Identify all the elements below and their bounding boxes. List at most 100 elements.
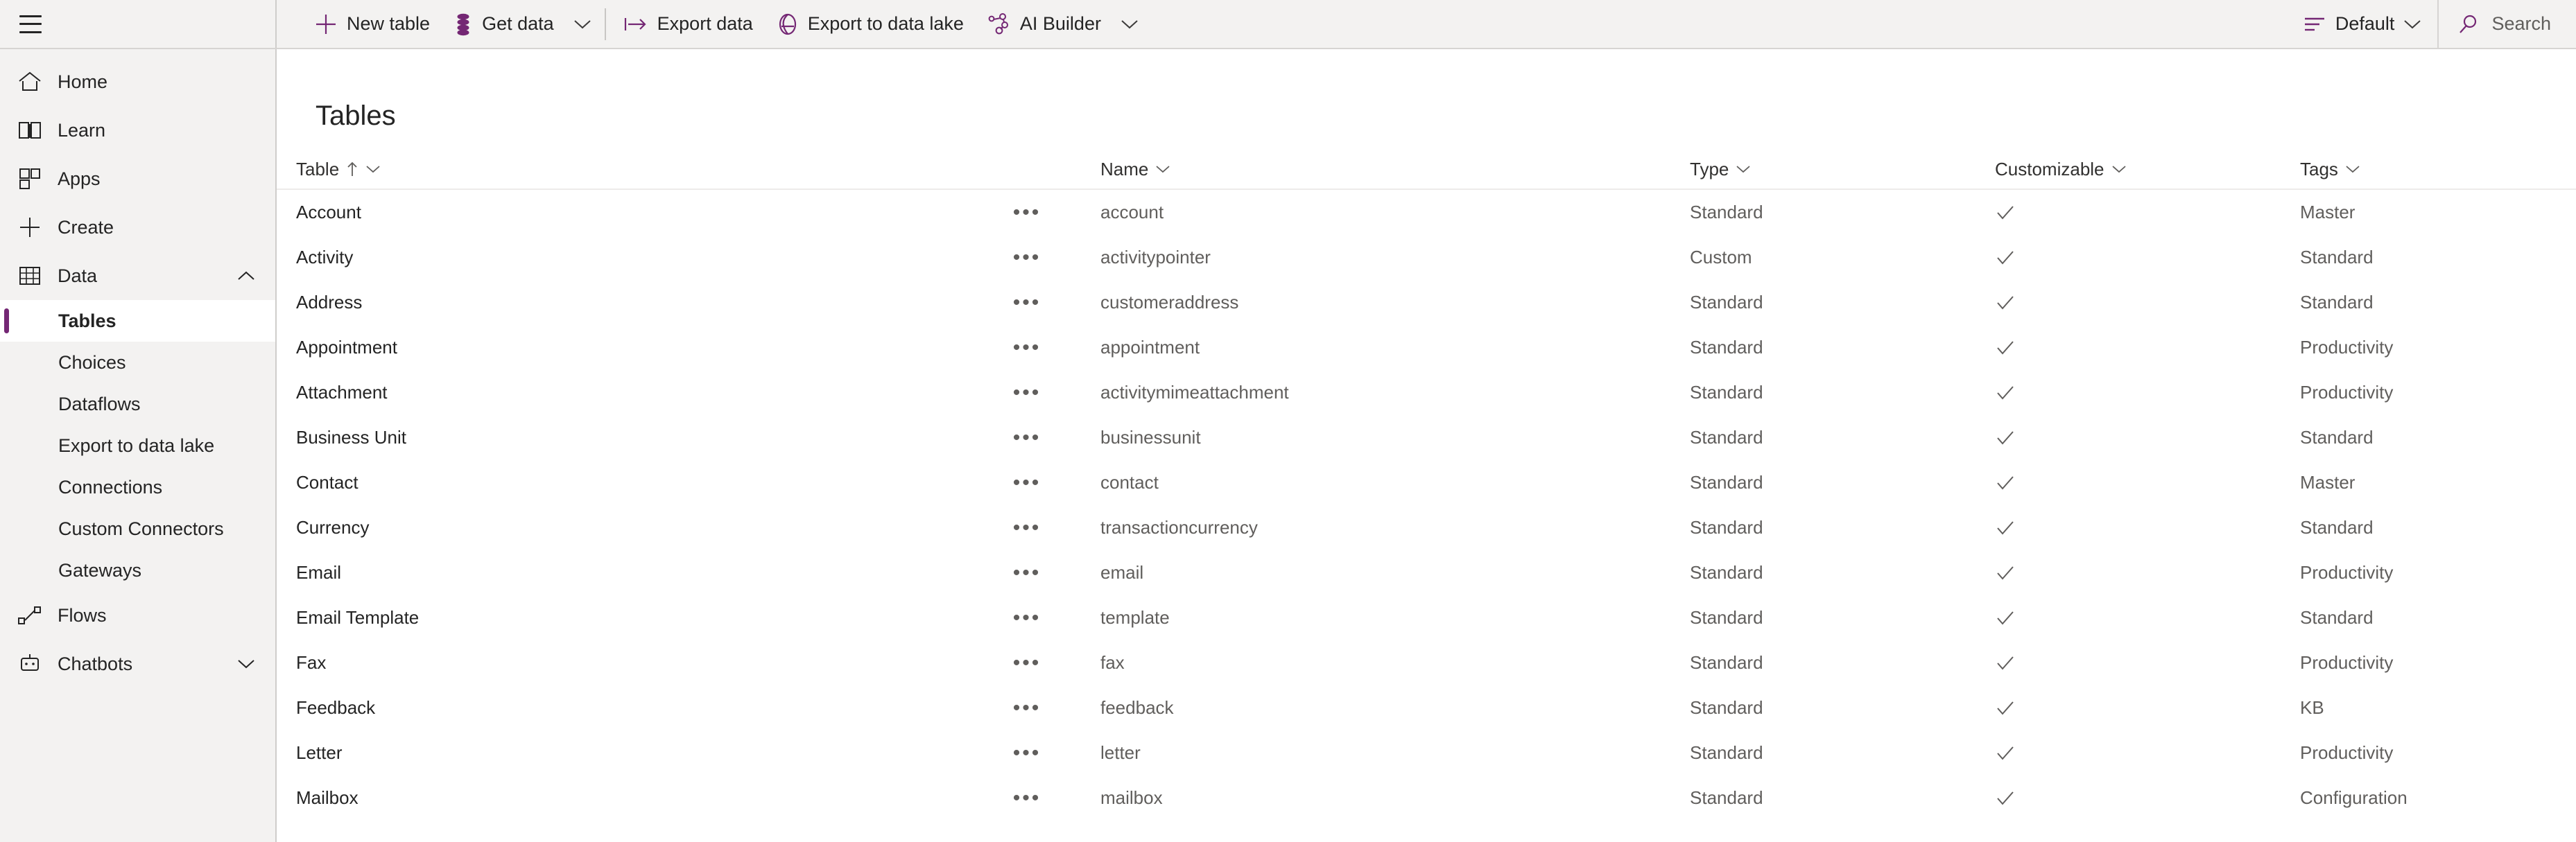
chevron-down-icon[interactable] <box>1155 164 1170 174</box>
chevron-down-icon[interactable] <box>230 658 263 670</box>
chevron-down-icon[interactable] <box>2345 164 2360 174</box>
table-display-name: Activity <box>296 247 354 267</box>
hamburger-menu-icon[interactable] <box>19 15 43 33</box>
column-header-tags[interactable]: Tags <box>2300 159 2576 180</box>
table-row[interactable]: Contact ••• contact Standard Master <box>277 460 2576 505</box>
row-overflow-menu-icon[interactable]: ••• <box>1006 742 1048 765</box>
cell-table-display-name[interactable]: Activity ••• <box>296 246 1100 270</box>
table-row[interactable]: Activity ••• activitypointer Custom Standard <box>277 235 2576 280</box>
new-table-button[interactable]: New table <box>302 0 442 49</box>
ai-builder-chevron-button[interactable] <box>1113 0 1146 49</box>
cell-tags: Master <box>2300 472 2355 493</box>
cell-logical-name: activitypointer <box>1100 247 1211 267</box>
sidebar-item-learn[interactable]: Learn <box>0 106 275 155</box>
cell-type: Custom <box>1690 247 1752 267</box>
row-overflow-menu-icon[interactable]: ••• <box>1006 651 1048 675</box>
sidebar-item-custom-connectors[interactable]: Custom Connectors <box>0 508 275 550</box>
chevron-down-icon[interactable] <box>365 164 381 174</box>
cell-table-display-name[interactable]: Email ••• <box>296 561 1100 585</box>
cell-type: Standard <box>1690 292 1763 313</box>
sidebar-subitem-label: Dataflows <box>58 393 141 414</box>
cell-customizable <box>1995 474 2300 492</box>
cell-table-display-name[interactable]: Currency ••• <box>296 516 1100 540</box>
row-overflow-menu-icon[interactable]: ••• <box>1006 381 1048 405</box>
cell-table-display-name[interactable]: Business Unit ••• <box>296 426 1100 450</box>
sidebar-item-flows[interactable]: Flows <box>0 591 275 640</box>
column-header-type[interactable]: Type <box>1690 159 1995 180</box>
row-overflow-menu-icon[interactable]: ••• <box>1006 246 1048 270</box>
sidebar-item-choices[interactable]: Choices <box>0 342 275 383</box>
sidebar-item-dataflows[interactable]: Dataflows <box>0 383 275 425</box>
table-row[interactable]: Mailbox ••• mailbox Standard Configuration <box>277 775 2576 821</box>
row-overflow-menu-icon[interactable]: ••• <box>1006 471 1048 495</box>
cell-table-display-name[interactable]: Letter ••• <box>296 742 1100 765</box>
cell-table-display-name[interactable]: Fax ••• <box>296 651 1100 675</box>
row-overflow-menu-icon[interactable]: ••• <box>1006 787 1048 810</box>
cell-table-display-name[interactable]: Mailbox ••• <box>296 787 1100 810</box>
sidebar-item-apps[interactable]: Apps <box>0 155 275 203</box>
chevron-down-icon[interactable] <box>2111 164 2127 174</box>
cell-type: Standard <box>1690 562 1763 583</box>
sidebar-item-label: Home <box>58 71 108 92</box>
cell-tags: Standard <box>2300 292 2374 313</box>
column-header-table[interactable]: Table <box>296 159 1100 180</box>
row-overflow-menu-icon[interactable]: ••• <box>1006 516 1048 540</box>
chevron-up-icon[interactable] <box>230 270 263 282</box>
sidebar-item-home[interactable]: Home <box>0 58 275 106</box>
cell-table-display-name[interactable]: Account ••• <box>296 201 1100 225</box>
table-row[interactable]: Appointment ••• appointment Standard Product… <box>277 325 2576 370</box>
view-selector-button[interactable]: Default <box>2291 0 2434 49</box>
chevron-down-icon[interactable] <box>1736 164 1751 174</box>
row-overflow-menu-icon[interactable]: ••• <box>1006 201 1048 225</box>
export-to-data-lake-button[interactable]: Export to data lake <box>765 0 976 49</box>
get-data-button[interactable]: Get data <box>442 0 566 49</box>
ai-builder-button[interactable]: AI Builder <box>976 0 1113 49</box>
sidebar-item-tables[interactable]: Tables <box>0 300 275 342</box>
cell-table-display-name[interactable]: Attachment ••• <box>296 381 1100 405</box>
sidebar-subitem-label: Choices <box>58 351 126 373</box>
table-row[interactable]: Email Template ••• template Standard Standar… <box>277 595 2576 640</box>
sidebar-item-data[interactable]: Data <box>0 252 275 300</box>
sidebar-item-export-to-data-lake[interactable]: Export to data lake <box>0 425 275 466</box>
column-header-name[interactable]: Name <box>1100 159 1690 180</box>
cell-type: Standard <box>1690 742 1763 763</box>
cell-type: Standard <box>1690 652 1763 673</box>
search-placeholder: Search <box>2491 13 2551 34</box>
table-row[interactable]: Attachment ••• activitymimeattachment Stand… <box>277 370 2576 415</box>
row-overflow-menu-icon[interactable]: ••• <box>1006 696 1048 720</box>
get-data-chevron-button[interactable] <box>566 0 599 49</box>
table-row[interactable]: Fax ••• fax Standard Productivity <box>277 640 2576 685</box>
export-data-button[interactable]: Export data <box>612 0 765 49</box>
table-row[interactable]: Address ••• customeraddress Standard Standar… <box>277 280 2576 325</box>
cell-table-display-name[interactable]: Address ••• <box>296 291 1100 315</box>
cell-table-display-name[interactable]: Email Template ••• <box>296 606 1100 630</box>
table-row[interactable]: Business Unit ••• businessunit Standard Stan… <box>277 415 2576 460</box>
table-row[interactable]: Letter ••• letter Standard Productivity <box>277 730 2576 775</box>
row-overflow-menu-icon[interactable]: ••• <box>1006 426 1048 450</box>
cell-table-display-name[interactable]: Feedback ••• <box>296 696 1100 720</box>
column-header-label: Table <box>296 158 340 179</box>
row-overflow-menu-icon[interactable]: ••• <box>1006 561 1048 585</box>
search-input[interactable]: Search <box>2443 0 2569 49</box>
checkmark-icon <box>1995 654 2016 672</box>
sidebar-item-gateways[interactable]: Gateways <box>0 550 275 591</box>
cell-type: Standard <box>1690 427 1763 448</box>
topbar-left-section <box>0 0 277 48</box>
table-row[interactable]: Currency ••• transactioncurrency Standard St… <box>277 505 2576 550</box>
row-overflow-menu-icon[interactable]: ••• <box>1006 336 1048 360</box>
cell-type: Standard <box>1690 787 1763 808</box>
sidebar-item-chatbots[interactable]: Chatbots <box>0 640 275 688</box>
column-header-customizable[interactable]: Customizable <box>1995 159 2300 180</box>
table-row[interactable]: Feedback ••• feedback Standard KB <box>277 685 2576 730</box>
sidebar-item-create[interactable]: Create <box>0 203 275 252</box>
row-overflow-menu-icon[interactable]: ••• <box>1006 291 1048 315</box>
checkmark-icon <box>1995 699 2016 717</box>
cell-table-display-name[interactable]: Appointment ••• <box>296 336 1100 360</box>
table-row[interactable]: Account ••• account Standard Master <box>277 190 2576 235</box>
cell-table-display-name[interactable]: Contact ••• <box>296 471 1100 495</box>
checkmark-icon <box>1995 384 2016 402</box>
row-overflow-menu-icon[interactable]: ••• <box>1006 606 1048 630</box>
sidebar-item-connections[interactable]: Connections <box>0 466 275 508</box>
table-row[interactable]: Email ••• email Standard Productivity <box>277 550 2576 595</box>
checkmark-icon <box>1995 474 2016 492</box>
